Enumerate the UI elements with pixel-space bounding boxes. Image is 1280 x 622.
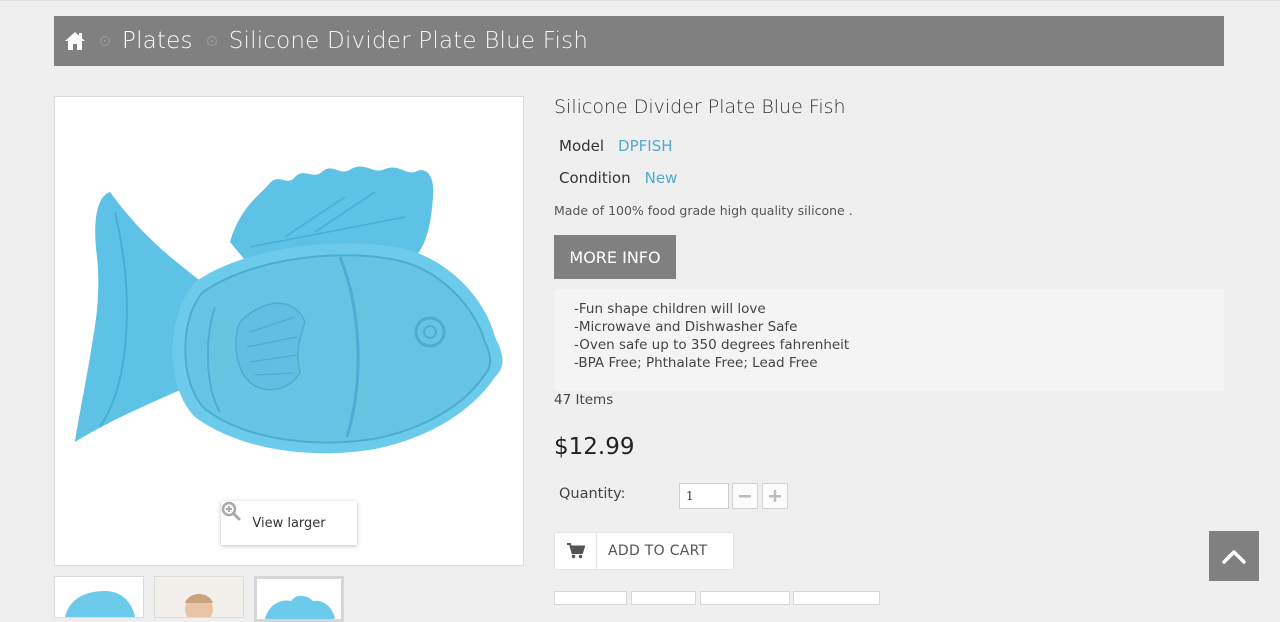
- bottom-action-button[interactable]: [700, 591, 790, 605]
- feature-line: -Oven safe up to 350 degrees fahrenheit: [574, 337, 850, 353]
- stock-quantity: 47 Items: [554, 392, 614, 408]
- model-label: Model: [559, 137, 605, 155]
- cart-icon-wrap: [555, 533, 597, 569]
- view-larger-label: View larger: [252, 515, 326, 531]
- short-description: Made of 100% food grade high quality sil…: [554, 203, 853, 218]
- fish-thumbnail-image: [265, 595, 335, 619]
- view-larger-button[interactable]: View larger: [221, 501, 357, 545]
- condition-label: Condition: [559, 169, 631, 187]
- thumbnail-2[interactable]: [154, 576, 244, 618]
- breadcrumb-separator: [100, 36, 110, 46]
- product-main-image[interactable]: View larger: [54, 96, 524, 566]
- thumbnail-1[interactable]: [54, 576, 144, 618]
- more-info-panel: -Fun shape children will love -Microwave…: [554, 289, 1224, 391]
- scroll-to-top-button[interactable]: [1209, 531, 1259, 581]
- fish-plate-image: [75, 166, 503, 454]
- thumbnail-3[interactable]: [254, 576, 344, 622]
- thumbnail-strip: [54, 576, 344, 622]
- minus-icon: [739, 495, 751, 498]
- top-border: [0, 0, 1280, 1]
- add-to-cart-button[interactable]: ADD TO CART: [554, 532, 734, 570]
- breadcrumb-home-link[interactable]: [64, 30, 86, 52]
- breadcrumb-separator: [206, 36, 217, 46]
- condition-value: New: [644, 169, 678, 187]
- quantity-decrease-button[interactable]: [732, 483, 758, 509]
- bottom-action-button[interactable]: [554, 591, 627, 605]
- plus-icon: [769, 490, 781, 502]
- fish-thumbnail-image: [65, 591, 135, 617]
- model-row: Model DPFISH: [559, 137, 673, 155]
- bottom-action-button[interactable]: [631, 591, 696, 605]
- add-to-cart-label: ADD TO CART: [608, 543, 708, 559]
- home-icon: [65, 32, 85, 50]
- breadcrumb-plates-link[interactable]: Plates: [122, 28, 193, 54]
- condition-row: Condition New: [559, 169, 677, 187]
- cart-icon: [566, 543, 585, 559]
- breadcrumb-current: Silicone Divider Plate Blue Fish: [228, 28, 589, 54]
- quantity-label: Quantity:: [559, 486, 626, 502]
- chevron-up-icon: [1222, 550, 1246, 564]
- bottom-action-button[interactable]: [793, 591, 880, 605]
- zoom-in-icon: [221, 501, 241, 521]
- product-title: Silicone Divider Plate Blue Fish: [554, 96, 846, 118]
- model-value: DPFISH: [618, 137, 673, 155]
- child-thumbnail-image: [155, 577, 243, 617]
- more-info-button[interactable]: MORE INFO: [554, 235, 676, 279]
- product-price: $12.99: [554, 434, 635, 460]
- quantity-input[interactable]: [679, 483, 729, 509]
- feature-line: -Fun shape children will love: [574, 301, 766, 317]
- feature-line: -BPA Free; Phthalate Free; Lead Free: [574, 355, 818, 371]
- feature-line: -Microwave and Dishwasher Safe: [574, 319, 798, 335]
- breadcrumb: Plates Silicone Divider Plate Blue Fish: [54, 16, 1224, 66]
- quantity-increase-button[interactable]: [762, 483, 788, 509]
